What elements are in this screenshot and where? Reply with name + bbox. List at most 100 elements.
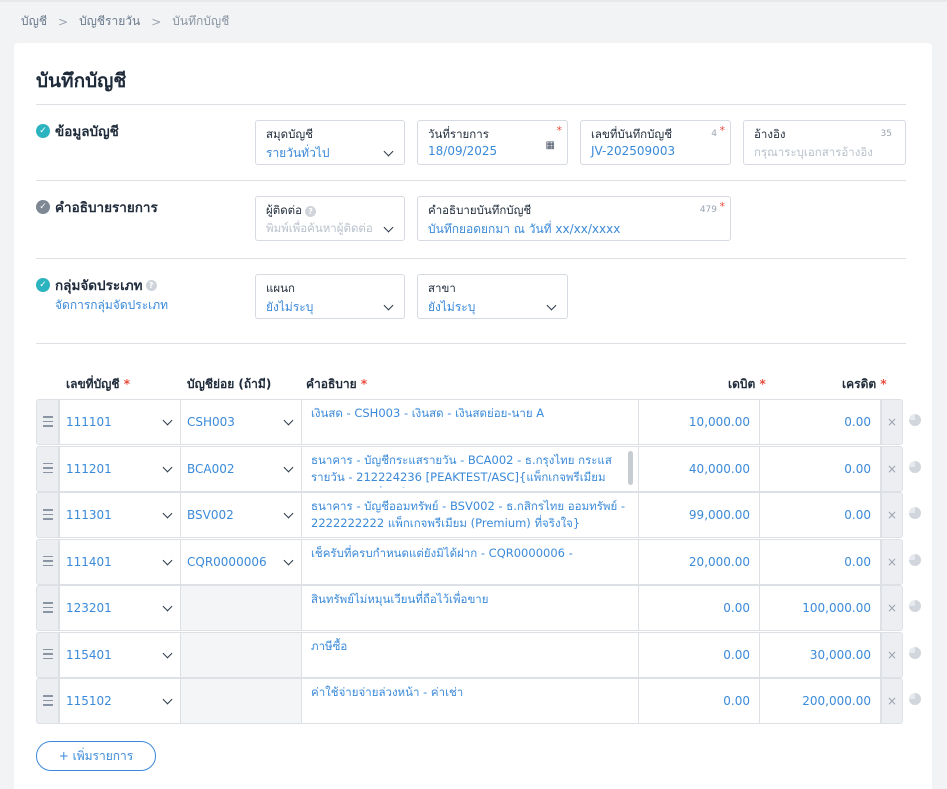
pie-chart-icon[interactable] — [909, 693, 921, 705]
sub-account-value: BCA002 — [187, 461, 235, 476]
credit-input[interactable]: 0.00 — [759, 492, 881, 538]
pie-chart-icon[interactable] — [909, 553, 921, 566]
pie-chart-icon[interactable] — [909, 414, 921, 426]
delete-row-icon[interactable]: × — [881, 585, 903, 631]
breadcrumb-journal[interactable]: บัญชีรายวัน — [79, 12, 140, 31]
description-input[interactable]: ธนาคาร - บัญชีกระแสรายวัน - BCA002 - ธ.ก… — [301, 445, 639, 492]
credit-input[interactable]: 100,000.00 — [759, 585, 881, 631]
debit-input[interactable]: 99,000.00 — [638, 492, 760, 538]
delete-row-icon[interactable]: × — [881, 631, 903, 678]
drag-handle-icon[interactable] — [36, 678, 59, 724]
delete-row-icon[interactable]: × — [881, 678, 903, 724]
account-no-value: 123201 — [66, 601, 112, 615]
credit-input[interactable]: 0.00 — [759, 538, 881, 585]
account-no-select[interactable]: 111201 — [59, 445, 181, 492]
description-input[interactable]: สินทรัพย์ไม่หมุนเวียนที่ถือไว้เพื่อขาย — [301, 585, 639, 631]
drag-handle-icon[interactable] — [36, 631, 59, 678]
field-value: ยังไม่ระบุ — [428, 300, 476, 314]
chevron-down-icon — [162, 508, 173, 519]
account-no-select[interactable]: 111301 — [59, 492, 181, 538]
chevron-down-icon — [162, 601, 173, 612]
calendar-icon[interactable]: ▦ — [546, 140, 555, 151]
divider — [36, 258, 906, 259]
debit-input[interactable]: 0.00 — [638, 678, 760, 724]
section-label: กลุ่มจัดประเภท — [55, 278, 143, 294]
account-no-select[interactable]: 111101 — [59, 399, 181, 445]
chevron-down-icon — [283, 508, 294, 519]
debit-input[interactable]: 20,000.00 — [638, 538, 760, 585]
debit-input[interactable]: 0.00 — [638, 631, 760, 678]
add-row-button[interactable]: + เพิ่มรายการ — [36, 741, 156, 771]
description-input[interactable]: ค่าใช้จ่ายจ่ายล่วงหน้า - ค่าเช่า — [301, 678, 639, 724]
document-number-field[interactable]: เลขที่บันทึกบัญชี 4 * JV-202509003 — [580, 120, 731, 165]
delete-row-icon[interactable]: × — [881, 538, 903, 585]
account-no-select[interactable]: 111401 — [59, 538, 181, 585]
sub-account-select[interactable]: BSV002 — [180, 492, 302, 538]
drag-handle-icon[interactable] — [36, 538, 59, 585]
field-value: บันทึกยอดยกมา ณ วันที่ xx/xx/xxxx — [428, 222, 621, 236]
credit-input[interactable]: 0.00 — [759, 445, 881, 492]
sub-account-value: CQR0000006 — [187, 554, 267, 569]
table-row: 115401 ภาษีซื้อ 0.00 30,000.00 × — [36, 631, 921, 678]
help-icon[interactable]: ? — [305, 206, 317, 217]
debit-input[interactable]: 40,000.00 — [638, 445, 760, 492]
credit-input[interactable]: 30,000.00 — [759, 631, 881, 678]
description-input[interactable]: เช็ครับที่ครบกำหนดแต่ยังมิได้ฝาก - CQR00… — [301, 538, 639, 585]
sub-account-select[interactable]: BCA002 — [180, 445, 302, 492]
credit-value: 0.00 — [844, 554, 871, 569]
chevron-down-icon — [162, 555, 173, 565]
page-title: บันทึกบัญชี — [36, 70, 127, 92]
header-debit: เดบิต * — [728, 377, 766, 391]
credit-input[interactable]: 200,000.00 — [759, 678, 881, 724]
pie-chart-icon[interactable] — [909, 507, 921, 519]
breadcrumb-current: บันทึกบัญชี — [172, 14, 230, 28]
check-circle-icon: ✓ — [36, 278, 50, 292]
description-value: ธนาคาร - บัญชีกระแสรายวัน - BCA002 - ธ.ก… — [311, 452, 612, 488]
chevron-down-icon — [383, 300, 394, 311]
drag-handle-icon[interactable] — [36, 445, 59, 492]
account-no-select[interactable]: 115102 — [59, 678, 181, 724]
credit-input[interactable]: 0.00 — [759, 399, 881, 445]
drag-handle-icon[interactable] — [36, 585, 59, 631]
transaction-date-field[interactable]: วันที่รายการ * 18/09/2025 ▦ — [417, 120, 568, 165]
pie-chart-icon[interactable] — [909, 600, 921, 612]
description-input[interactable]: ภาษีซื้อ — [301, 631, 639, 678]
delete-row-icon[interactable]: × — [881, 445, 903, 492]
pie-chart-icon[interactable] — [909, 460, 921, 473]
description-value: เช็ครับที่ครบกำหนดแต่ยังมิได้ฝาก - CQR00… — [311, 545, 573, 560]
field-value: ยังไม่ระบุ — [266, 300, 314, 314]
description-value: สินทรัพย์ไม่หมุนเวียนที่ถือไว้เพื่อขาย — [311, 592, 489, 606]
field-value: 18/09/2025 — [428, 144, 498, 158]
account-no-value: 111301 — [66, 508, 112, 522]
sub-account-select[interactable]: CSH003 — [180, 399, 302, 445]
manage-classification-link[interactable]: จัดการกลุ่มจัดประเภท — [55, 296, 168, 315]
help-icon[interactable]: ? — [145, 279, 157, 291]
delete-row-icon[interactable]: × — [881, 492, 903, 538]
journal-book-select[interactable]: สมุดบัญชี รายวันทั่วไป — [255, 120, 405, 165]
account-no-select[interactable]: 115401 — [59, 631, 181, 678]
description-input[interactable]: เงินสด - CSH003 - เงินสด - เงินสดย่อย-นา… — [301, 399, 639, 445]
debit-input[interactable]: 10,000.00 — [638, 399, 760, 445]
scrollbar[interactable] — [628, 450, 633, 485]
sub-account-select — [180, 631, 302, 678]
account-no-value: 111401 — [66, 554, 112, 569]
debit-input[interactable]: 0.00 — [638, 585, 760, 631]
department-select[interactable]: แผนก ยังไม่ระบุ — [255, 274, 405, 319]
description-input[interactable]: ธนาคาร - บัญชีออมทรัพย์ - BSV002 - ธ.กสิ… — [301, 492, 639, 538]
breadcrumb-accounts[interactable]: บัญชี — [21, 12, 47, 31]
drag-handle-icon[interactable] — [36, 492, 59, 538]
debit-value: 10,000.00 — [688, 415, 750, 429]
journal-description-field[interactable]: คำอธิบายบันทึกบัญชี 479 * บันทึกยอดยกมา … — [417, 196, 731, 241]
branch-select[interactable]: สาขา ยังไม่ระบุ — [417, 274, 568, 319]
header-account-no: เลขที่บัญชี * — [66, 377, 131, 391]
contact-select[interactable]: ผู้ติดต่อ? พิมพ์เพื่อค้นหาผู้ติดต่อ — [255, 196, 405, 241]
delete-row-icon[interactable]: × — [881, 399, 903, 445]
pie-chart-icon[interactable] — [909, 646, 921, 659]
account-no-select[interactable]: 123201 — [59, 585, 181, 631]
drag-handle-icon[interactable] — [36, 399, 59, 445]
sub-account-select[interactable]: CQR0000006 — [180, 538, 302, 585]
table-row: 123201 สินทรัพย์ไม่หมุนเวียนที่ถือไว้เพื่… — [36, 585, 921, 631]
reference-field[interactable]: อ้างอิง 35 กรุณาระบุเอกสารอ้างอิง — [743, 120, 906, 165]
field-label: แผนก — [266, 281, 295, 295]
credit-value: 200,000.00 — [802, 694, 871, 708]
